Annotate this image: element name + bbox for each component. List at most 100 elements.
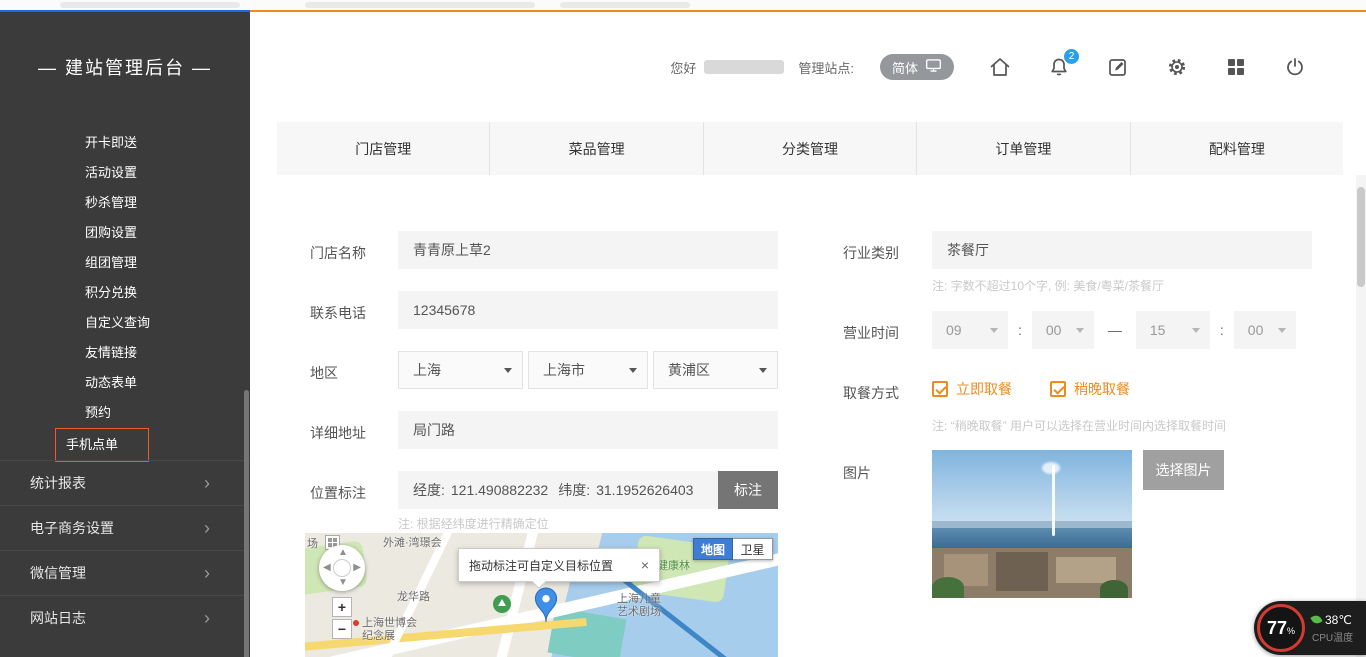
- browser-hint-bar: [60, 2, 240, 8]
- close-minute-select[interactable]: 00: [1234, 311, 1296, 349]
- business-hours-label: 营业时间: [843, 323, 899, 343]
- map-pan-control[interactable]: ▲ ▼ ◀ ▶: [319, 545, 365, 591]
- map-type-satellite-button[interactable]: 卫星: [733, 538, 773, 560]
- pan-up-arrow[interactable]: ▲: [338, 548, 348, 558]
- cpu-percent-unit: %: [1287, 626, 1295, 637]
- edit-icon[interactable]: [1105, 54, 1131, 80]
- apps-grid-icon[interactable]: [1223, 54, 1249, 80]
- sidebar-scrollbar[interactable]: [243, 132, 249, 657]
- open-minute-select[interactable]: 00: [1032, 311, 1094, 349]
- time-range-dash: —: [1108, 322, 1122, 338]
- chevron-right-icon: ›: [204, 596, 210, 641]
- photo-building: [1056, 557, 1116, 584]
- close-icon[interactable]: ×: [641, 557, 649, 573]
- chevron-right-icon: ›: [204, 506, 210, 551]
- map-type-map-button[interactable]: 地图: [693, 538, 733, 560]
- gear-icon[interactable]: [1164, 54, 1190, 80]
- content-scrollbar[interactable]: [1356, 175, 1366, 657]
- industry-input[interactable]: [932, 231, 1312, 269]
- tab-store-management[interactable]: 门店管理: [277, 122, 489, 175]
- tab-category-management[interactable]: 分类管理: [703, 122, 916, 175]
- open-hour-select[interactable]: 09: [932, 311, 1008, 349]
- city-value: 上海市: [543, 360, 585, 380]
- phone-input[interactable]: [398, 291, 778, 329]
- bell-icon[interactable]: 2: [1046, 54, 1072, 80]
- store-photo-thumbnail: [932, 450, 1132, 598]
- pan-down-arrow[interactable]: ▼: [338, 578, 348, 588]
- cpu-monitor-widget[interactable]: 77 % 38℃ CPU温度: [1254, 601, 1366, 655]
- photo-tree: [932, 577, 964, 598]
- cpu-temp-info: 38℃ CPU温度: [1312, 613, 1353, 644]
- address-input[interactable]: [398, 411, 778, 449]
- mark-location-button[interactable]: 标注: [718, 471, 778, 509]
- home-icon[interactable]: [987, 54, 1013, 80]
- language-button[interactable]: 简体: [880, 54, 954, 80]
- checkbox-label: 立即取餐: [956, 379, 1012, 399]
- manage-site-label: 管理站点:: [798, 58, 854, 77]
- photo-fountain-plume: [1042, 462, 1060, 474]
- district-select[interactable]: 黄浦区: [653, 351, 778, 389]
- power-icon[interactable]: [1282, 54, 1308, 80]
- sidebar-item-activity[interactable]: 活动设置: [0, 158, 250, 188]
- sidebar-item-group-buy[interactable]: 团购设置: [0, 218, 250, 248]
- store-name-input[interactable]: [398, 231, 778, 269]
- checkbox-immediate-pickup[interactable]: 立即取餐: [932, 379, 1012, 399]
- sidebar-section-ecommerce[interactable]: 电子商务设置 ›: [0, 505, 250, 550]
- store-name-label: 门店名称: [310, 243, 366, 263]
- main-content: 您好 管理站点: 简体 2: [250, 10, 1366, 657]
- checkbox-checked-icon: [1050, 381, 1066, 397]
- map-pin-tooltip: 拖动标注可自定义目标位置 ×: [458, 548, 660, 582]
- sidebar-section-site-log[interactable]: 网站日志 ›: [0, 595, 250, 640]
- sidebar-scrollbar-thumb[interactable]: [244, 390, 249, 657]
- content-scrollbar-thumb[interactable]: [1357, 187, 1365, 287]
- map-red-poi-icon: [353, 620, 359, 626]
- sidebar-item-flash-sale[interactable]: 秒杀管理: [0, 188, 250, 218]
- section-label: 微信管理: [30, 565, 86, 581]
- pan-right-arrow[interactable]: ▶: [353, 563, 361, 573]
- time-colon: :: [1220, 322, 1224, 338]
- active-item-box: 手机点单: [55, 428, 149, 462]
- sidebar-item-card-gift[interactable]: 开卡即送: [0, 128, 250, 158]
- sidebar-item-links[interactable]: 友情链接: [0, 338, 250, 368]
- industry-note: 注: 字数不超过10个字, 例: 美食/粤菜/茶餐厅: [932, 277, 1164, 294]
- section-label: 统计报表: [30, 475, 86, 491]
- sidebar-item-points[interactable]: 积分兑换: [0, 278, 250, 308]
- close-minute-value: 00: [1248, 322, 1264, 338]
- pan-center[interactable]: [333, 559, 351, 577]
- tab-order-management[interactable]: 订单管理: [916, 122, 1129, 175]
- sidebar-item-custom-query[interactable]: 自定义查询: [0, 308, 250, 338]
- sidebar-item-reservation[interactable]: 预约: [0, 398, 250, 428]
- province-select[interactable]: 上海: [398, 351, 523, 389]
- time-colon: :: [1018, 322, 1022, 338]
- checkbox-later-pickup[interactable]: 稍晚取餐: [1050, 379, 1130, 399]
- photo-fountain: [1052, 465, 1055, 536]
- pan-left-arrow[interactable]: ◀: [323, 563, 331, 573]
- browser-hint-bar: [560, 2, 690, 8]
- address-label: 详细地址: [310, 423, 366, 443]
- tab-ingredient-management[interactable]: 配料管理: [1130, 122, 1343, 175]
- caret-down-icon: [990, 328, 998, 333]
- sidebar-item-team[interactable]: 组团管理: [0, 248, 250, 278]
- sidebar-item-dynamic-form[interactable]: 动态表单: [0, 368, 250, 398]
- browser-chrome-strip: [0, 0, 1366, 10]
- sidebar-item-mobile-order[interactable]: 手机点单: [0, 428, 250, 458]
- latitude-label: 纬度:: [558, 480, 590, 500]
- sidebar-section-wechat[interactable]: 微信管理 ›: [0, 550, 250, 595]
- zoom-in-button[interactable]: +: [332, 597, 352, 617]
- industry-label: 行业类别: [843, 243, 899, 263]
- username-redacted: [704, 60, 784, 74]
- city-select[interactable]: 上海市: [528, 351, 648, 389]
- choose-image-button[interactable]: 选择图片: [1143, 450, 1224, 490]
- map-widget[interactable]: 场 外滩·湾璟会 龙华路 健康林 上海儿童艺术剧场 上海世博会纪念展 ▲ ▼ ◀…: [305, 533, 778, 657]
- open-hour-value: 09: [946, 322, 962, 338]
- cpu-temperature: 38℃: [1325, 613, 1352, 627]
- zoom-out-button[interactable]: −: [332, 619, 352, 639]
- sidebar-section-statistics[interactable]: 统计报表 ›: [0, 460, 250, 505]
- location-label: 位置标注: [310, 483, 366, 503]
- region-label: 地区: [310, 363, 338, 383]
- tab-dish-management[interactable]: 菜品管理: [489, 122, 702, 175]
- screen: — 建站管理后台 — 开卡即送 活动设置 秒杀管理 团购设置 组团管理 积分兑换…: [0, 0, 1366, 657]
- map-pin[interactable]: [533, 587, 559, 628]
- close-hour-select[interactable]: 15: [1136, 311, 1210, 349]
- pickup-options: 立即取餐 稍晚取餐: [932, 379, 1130, 399]
